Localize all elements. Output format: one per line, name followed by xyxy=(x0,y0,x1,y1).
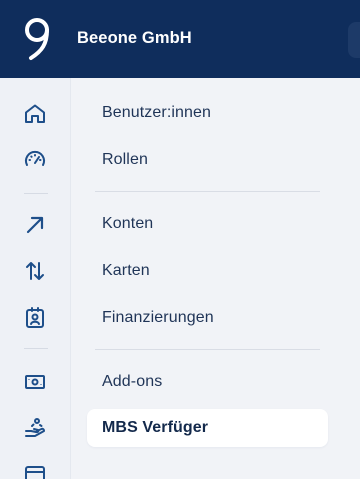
menu-item-add-ons[interactable]: Add-ons xyxy=(87,363,328,401)
submenu-panel: Benutzer:innen Rollen Konten Karten Fina… xyxy=(71,78,360,479)
rail-divider xyxy=(24,193,48,194)
menu-item-label: Karten xyxy=(102,262,150,279)
menu-item-label: Konten xyxy=(102,215,154,232)
header-side-button[interactable] xyxy=(348,22,360,58)
menu-item-rollen[interactable]: Rollen xyxy=(87,141,328,179)
menu-divider xyxy=(95,349,320,350)
hand-coin-icon[interactable] xyxy=(23,416,47,440)
menu-item-konten[interactable]: Konten xyxy=(87,205,328,243)
app-header: Beeone GmbH xyxy=(0,0,360,78)
gauge-icon[interactable] xyxy=(23,148,47,172)
company-name[interactable]: Beeone GmbH xyxy=(77,29,192,48)
menu-item-label: Rollen xyxy=(102,151,148,168)
menu-item-benutzer-innen[interactable]: Benutzer:innen xyxy=(87,94,328,132)
icon-rail xyxy=(0,78,71,479)
home-icon[interactable] xyxy=(23,102,47,126)
menu-item-label: MBS Verfüger xyxy=(102,419,209,436)
transfer-arrows-icon[interactable] xyxy=(23,259,47,283)
card-icon[interactable] xyxy=(23,462,47,479)
rail-divider xyxy=(24,348,48,349)
menu-item-finanzierungen[interactable]: Finanzierungen xyxy=(87,299,328,337)
menu-divider xyxy=(95,191,320,192)
id-card-icon[interactable] xyxy=(23,306,47,330)
menu-item-label: Finanzierungen xyxy=(102,309,214,326)
menu-item-mbs-verfueger[interactable]: MBS Verfüger xyxy=(87,409,328,447)
menu-item-label: Benutzer:innen xyxy=(102,104,212,121)
banknote-icon[interactable] xyxy=(23,370,47,394)
menu-item-karten[interactable]: Karten xyxy=(87,252,328,290)
beeone-logo-icon[interactable] xyxy=(22,16,52,62)
arrow-up-right-icon[interactable] xyxy=(23,213,47,237)
menu-item-label: Add-ons xyxy=(102,373,163,390)
